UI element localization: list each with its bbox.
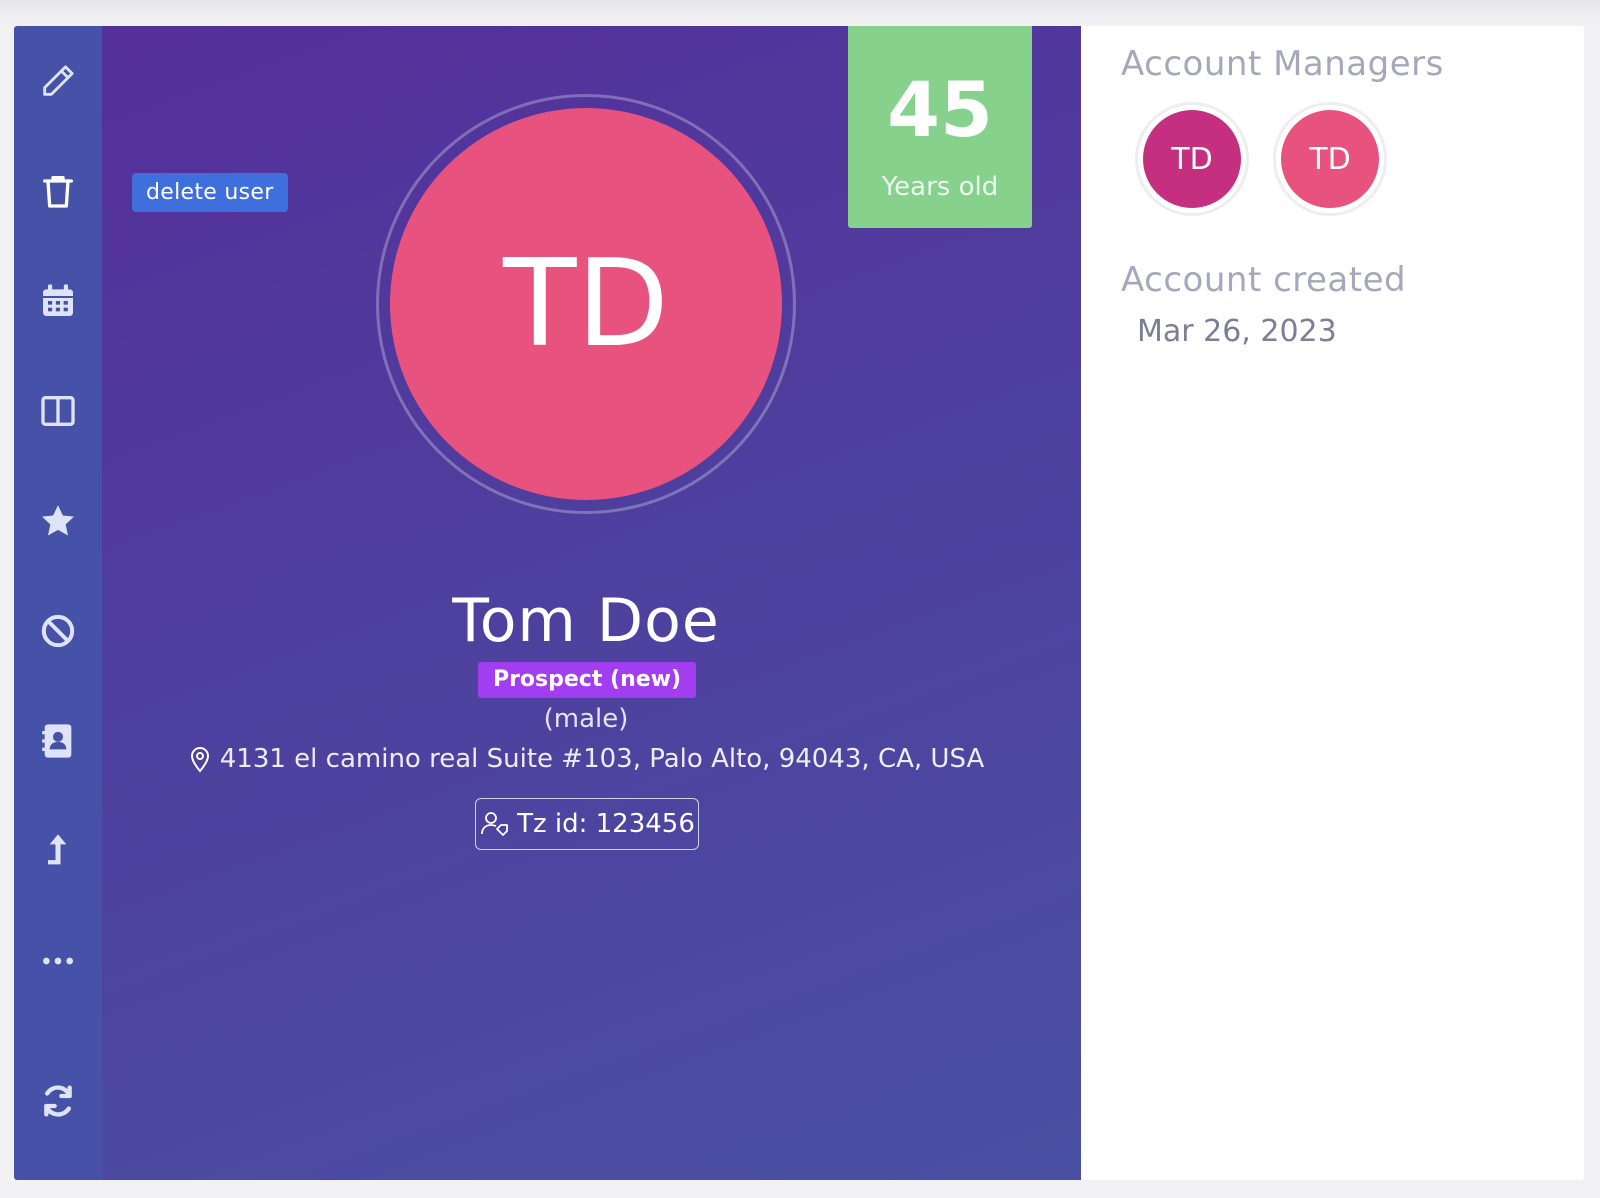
user-card: delete user TD 45 Years old Tom Doe Pros… [14, 26, 1584, 1180]
more-button[interactable] [14, 926, 102, 996]
calendar-icon [43, 284, 73, 316]
account-managers-title: Account Managers [1121, 44, 1444, 84]
manager-initials: TD [1171, 141, 1213, 177]
favorite-button[interactable] [14, 486, 102, 556]
tz-id-text: Tz id: 123456 [517, 809, 695, 839]
ellipsis-icon [43, 957, 73, 965]
manager-avatar-inner: TD [1281, 110, 1379, 208]
manager-avatar-inner: TD [1143, 110, 1241, 208]
contact-book-icon [42, 724, 72, 758]
address-text: 4131 el camino real Suite #103, Palo Alt… [219, 744, 985, 774]
manager-initials: TD [1309, 141, 1351, 177]
manager-avatar[interactable]: TD [1273, 102, 1387, 216]
edit-button[interactable] [14, 46, 102, 116]
age-label: Years old [881, 172, 999, 202]
move-button[interactable] [14, 816, 102, 886]
refresh-button[interactable] [14, 1066, 102, 1136]
star-icon [42, 505, 74, 536]
map-pin-icon [190, 747, 209, 773]
tz-id-badge: Tz id: 123456 [475, 798, 699, 850]
user-name: Tom Doe [452, 586, 720, 656]
delete-user-tooltip: delete user [132, 173, 288, 212]
top-bar [0, 0, 1600, 20]
account-created-date: Mar 26, 2023 [1137, 314, 1337, 349]
user-tag-icon [481, 812, 508, 836]
user-gender: (male) [543, 704, 629, 734]
account-info-panel: Account Managers TD TD Account created M… [1081, 26, 1584, 1180]
block-button[interactable] [14, 596, 102, 666]
action-sidebar [14, 26, 102, 1180]
manager-avatar[interactable]: TD [1135, 102, 1249, 216]
layout-button[interactable] [14, 376, 102, 446]
columns-icon [41, 396, 75, 426]
arrow-up-icon [48, 834, 67, 865]
contacts-button[interactable] [14, 706, 102, 776]
pencil-icon [43, 65, 74, 96]
status-badge: Prospect (new) [478, 662, 696, 698]
age-value: 45 [887, 65, 993, 154]
account-created-title: Account created [1121, 260, 1407, 300]
delete-button[interactable] [14, 156, 102, 226]
ban-icon [41, 614, 75, 648]
profile-panel: delete user TD 45 Years old Tom Doe Pros… [102, 26, 1081, 1180]
avatar-initials: TD [503, 234, 669, 374]
age-box: 45 Years old [848, 26, 1032, 228]
avatar: TD [390, 108, 782, 500]
trash-icon [43, 176, 74, 208]
refresh-icon [44, 1085, 72, 1117]
user-address: 4131 el camino real Suite #103, Palo Alt… [102, 744, 1070, 774]
calendar-button[interactable] [14, 266, 102, 336]
